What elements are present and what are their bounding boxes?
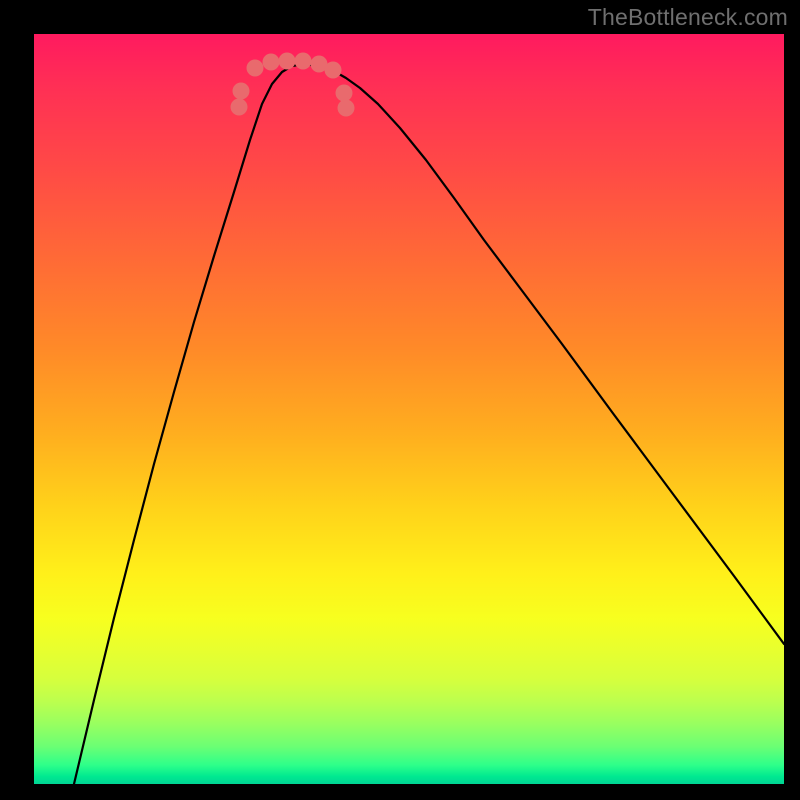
watermark-text: TheBottleneck.com <box>588 4 788 31</box>
plot-area <box>34 34 784 784</box>
chart-frame: TheBottleneck.com <box>0 0 800 800</box>
chart-svg <box>34 34 784 784</box>
marker-dot <box>231 99 248 116</box>
marker-dot <box>338 100 355 117</box>
marker-dot <box>295 53 312 70</box>
marker-group <box>231 53 355 117</box>
marker-dot <box>247 60 264 77</box>
marker-dot <box>233 83 250 100</box>
marker-dot <box>336 85 353 102</box>
v-curve-path <box>74 64 784 784</box>
marker-dot <box>263 54 280 71</box>
marker-dot <box>279 53 296 70</box>
marker-dot <box>325 62 342 79</box>
